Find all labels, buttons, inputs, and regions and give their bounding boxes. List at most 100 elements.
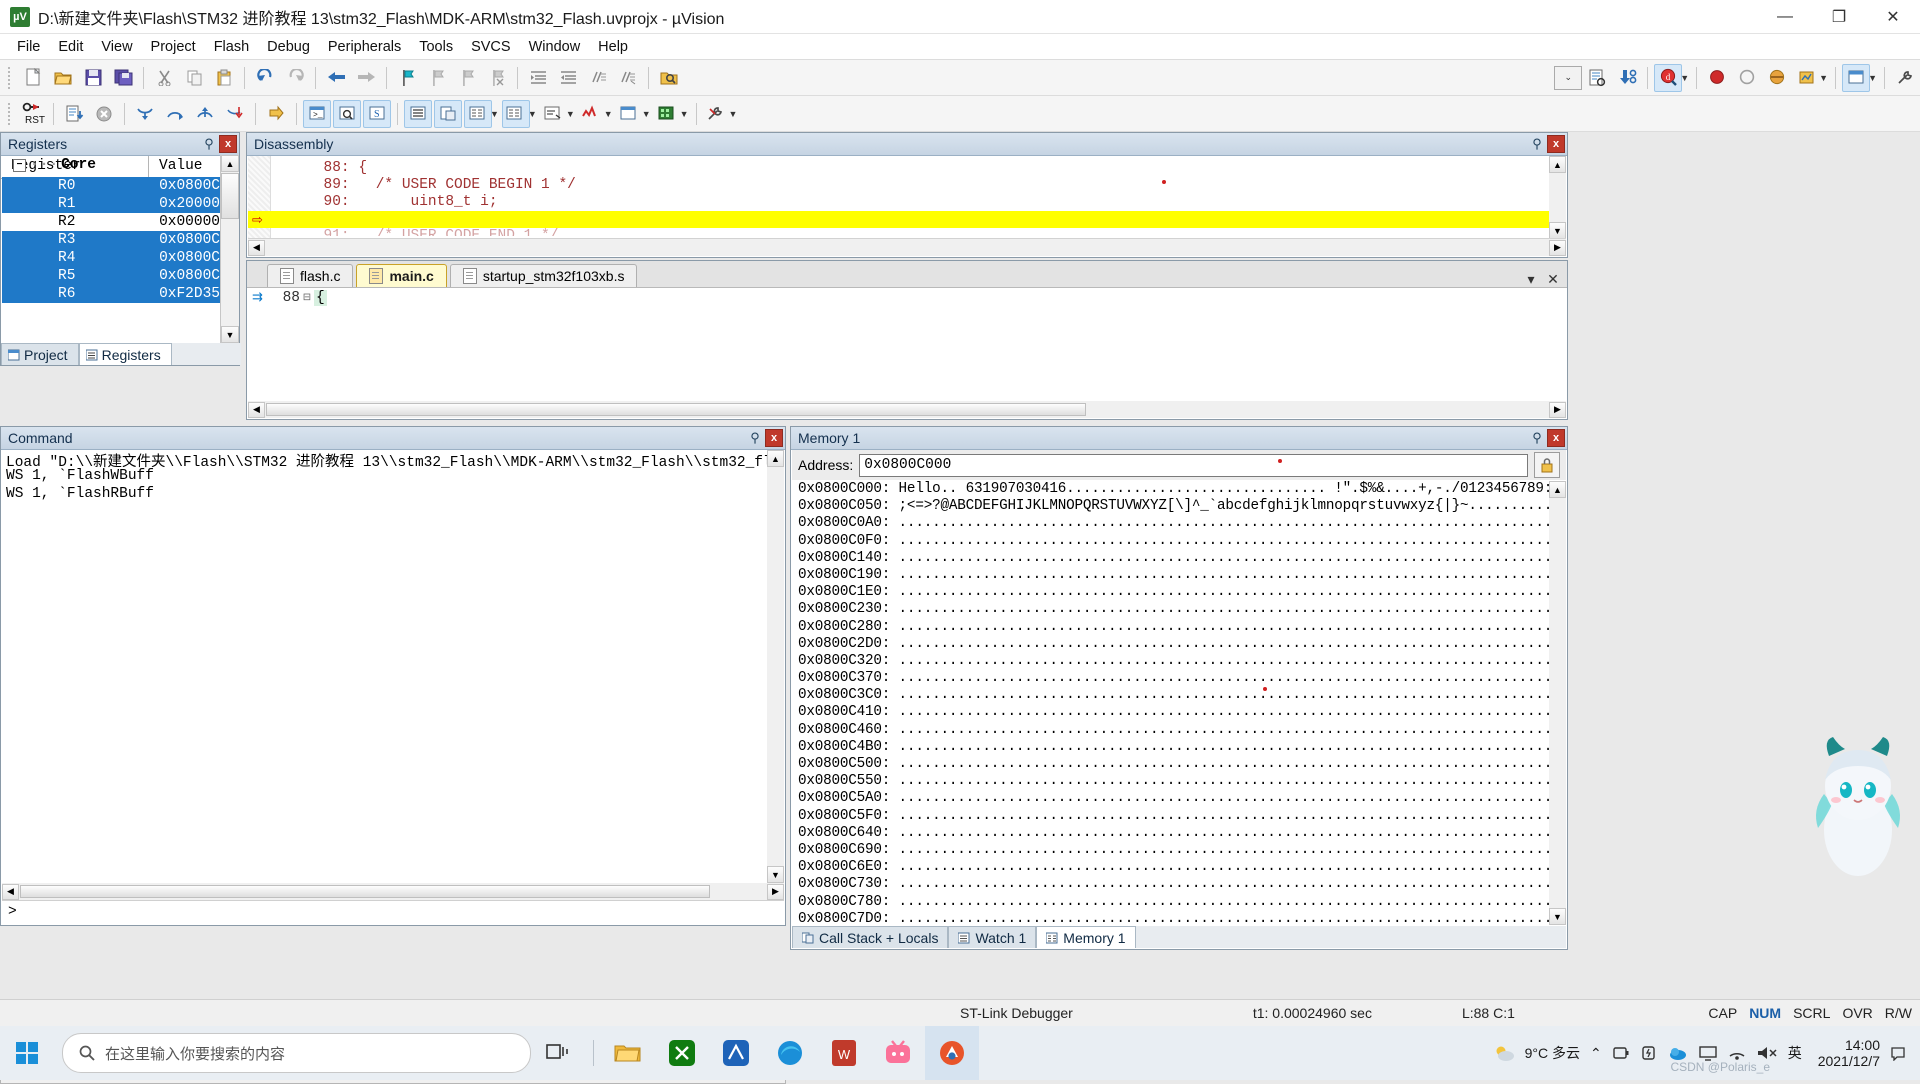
command-horizontal-scrollbar[interactable]: ◀ ▶ — [2, 883, 784, 900]
task-view-icon[interactable] — [531, 1026, 585, 1080]
battery-icon[interactable] — [1612, 1044, 1630, 1062]
menu-debug[interactable]: Debug — [258, 36, 319, 58]
ime-indicator[interactable]: 英 — [1788, 1043, 1802, 1063]
table-row[interactable]: R5 0x0800C — [2, 267, 220, 285]
pin-icon[interactable]: ⚲ — [747, 430, 763, 446]
table-row[interactable]: R1 0x20000 — [2, 195, 220, 213]
menu-tools[interactable]: Tools — [410, 36, 462, 58]
scroll-left-arrow-icon[interactable]: ◀ — [248, 402, 265, 418]
trace-icon[interactable] — [1763, 64, 1791, 92]
command-output-area[interactable]: Load "D:\\新建文件夹\\Flash\\STM32 进阶教程 13\\s… — [2, 450, 784, 883]
analysis-window-icon[interactable] — [578, 100, 606, 128]
scroll-up-arrow-icon[interactable]: ▲ — [221, 155, 239, 172]
memory-address-input[interactable]: 0x0800C000 — [859, 454, 1528, 477]
collapse-icon[interactable]: − — [13, 159, 26, 172]
tab-watch-1[interactable]: Watch 1 — [948, 926, 1036, 948]
menu-project[interactable]: Project — [142, 36, 205, 58]
find-in-files-icon[interactable] — [655, 64, 683, 92]
bilibili-icon[interactable] — [871, 1026, 925, 1080]
menu-view[interactable]: View — [92, 36, 141, 58]
close-icon[interactable]: ✕ — [1545, 271, 1561, 287]
new-file-icon[interactable] — [19, 64, 47, 92]
editor-app-icon[interactable] — [709, 1026, 763, 1080]
notifications-icon[interactable] — [1890, 1045, 1906, 1061]
maximize-button[interactable]: ❐ — [1812, 0, 1866, 33]
run-to-cursor-icon[interactable] — [221, 100, 249, 128]
batch-build-icon[interactable] — [1613, 64, 1641, 92]
indent-icon[interactable] — [524, 64, 552, 92]
close-icon[interactable]: x — [1547, 429, 1565, 447]
table-row[interactable]: R2 0x00000 — [2, 213, 220, 231]
bookmark-toggle-icon[interactable] — [393, 64, 421, 92]
save-all-icon[interactable] — [109, 64, 137, 92]
keil-uvision-icon[interactable] — [925, 1026, 979, 1080]
paste-icon[interactable] — [210, 64, 238, 92]
tab-registers[interactable]: Registers — [79, 343, 172, 365]
scroll-down-arrow-icon[interactable]: ▼ — [1549, 222, 1566, 239]
call-stack-icon[interactable] — [434, 100, 462, 128]
charging-icon[interactable] — [1640, 1044, 1658, 1062]
trace-window-icon[interactable] — [616, 100, 644, 128]
close-button[interactable]: ✕ — [1866, 0, 1920, 33]
step-into-icon[interactable] — [131, 100, 159, 128]
tab-main-c[interactable]: main.c — [356, 264, 446, 287]
show-next-statement-icon[interactable] — [262, 100, 290, 128]
chevron-up-icon[interactable]: ⌃ — [1590, 1045, 1602, 1062]
record-icon[interactable] — [1703, 64, 1731, 92]
scroll-right-arrow-icon[interactable]: ▶ — [1549, 240, 1566, 256]
fold-toggle-icon[interactable]: ⊟ — [300, 292, 314, 304]
scroll-down-arrow-icon[interactable]: ▼ — [1549, 908, 1566, 925]
tab-memory-1[interactable]: Memory 1 — [1036, 926, 1135, 948]
navigate-back-icon[interactable] — [322, 64, 350, 92]
memory-window-icon[interactable] — [502, 100, 530, 128]
tab-flash-c[interactable]: flash.c — [267, 264, 353, 287]
editor-code-area[interactable]: ⇉ 88 ⊟ { — [248, 288, 1566, 400]
menu-svcs[interactable]: SVCS — [462, 36, 520, 58]
uncomment-icon[interactable] — [614, 64, 642, 92]
scroll-right-arrow-icon[interactable]: ▶ — [767, 884, 784, 900]
configure-target-icon[interactable] — [1583, 64, 1611, 92]
pin-icon[interactable]: ⚲ — [1529, 430, 1545, 446]
file-explorer-icon[interactable] — [601, 1026, 655, 1080]
menu-window[interactable]: Window — [520, 36, 590, 58]
xbox-icon[interactable] — [655, 1026, 709, 1080]
bookmark-prev-icon[interactable] — [423, 64, 451, 92]
search-input[interactable]: 在这里输入你要搜索的内容 — [62, 1033, 531, 1073]
configure-wrench-icon[interactable] — [1891, 64, 1919, 92]
clock[interactable]: 14:00 2021/12/7 — [1812, 1037, 1880, 1069]
editor-horizontal-scrollbar[interactable]: ◀ ▶ — [248, 401, 1566, 418]
wps-icon[interactable]: W — [817, 1026, 871, 1080]
tab-startup-s[interactable]: startup_stm32f103xb.s — [450, 264, 638, 287]
pin-icon[interactable]: ⚲ — [1529, 136, 1545, 152]
close-icon[interactable]: x — [765, 429, 783, 447]
load-program-icon[interactable] — [60, 100, 88, 128]
scroll-right-arrow-icon[interactable]: ▶ — [1549, 402, 1566, 418]
outdent-icon[interactable] — [554, 64, 582, 92]
save-icon[interactable] — [79, 64, 107, 92]
system-viewer-icon[interactable] — [654, 100, 682, 128]
open-folder-icon[interactable] — [49, 64, 77, 92]
close-icon[interactable]: x — [1547, 135, 1565, 153]
tab-call-stack-locals[interactable]: Call Stack + Locals — [792, 926, 948, 948]
edge-browser-icon[interactable] — [763, 1026, 817, 1080]
cut-icon[interactable] — [150, 64, 178, 92]
scroll-up-arrow-icon[interactable]: ▲ — [1549, 156, 1566, 173]
disassembly-horizontal-scrollbar[interactable]: ◀ ▶ — [248, 238, 1566, 256]
debug-toolbar-grip[interactable] — [8, 103, 14, 125]
memory-vertical-scrollbar[interactable]: ▲ ▼ — [1549, 481, 1566, 925]
scroll-down-arrow-icon[interactable]: ▼ — [221, 326, 239, 343]
pin-icon[interactable]: ⚲ — [201, 136, 217, 152]
toolbox-icon[interactable] — [703, 100, 731, 128]
minimize-icon[interactable]: ▾ — [1523, 271, 1539, 287]
table-row[interactable]: R4 0x0800C — [2, 249, 220, 267]
memory-content-area[interactable]: 0x0800C000: Hello.. 631907030416........… — [792, 481, 1549, 925]
undo-icon[interactable] — [251, 64, 279, 92]
scroll-left-arrow-icon[interactable]: ◀ — [2, 884, 19, 900]
menu-peripherals[interactable]: Peripherals — [319, 36, 410, 58]
command-vertical-scrollbar[interactable]: ▲ ▼ — [767, 450, 784, 883]
windows-start-icon[interactable] — [0, 1026, 56, 1080]
scroll-left-arrow-icon[interactable]: ◀ — [248, 240, 265, 256]
command-window-icon[interactable]: >_ — [303, 100, 331, 128]
table-row[interactable]: R3 0x0800C — [2, 231, 220, 249]
menu-flash[interactable]: Flash — [205, 36, 258, 58]
